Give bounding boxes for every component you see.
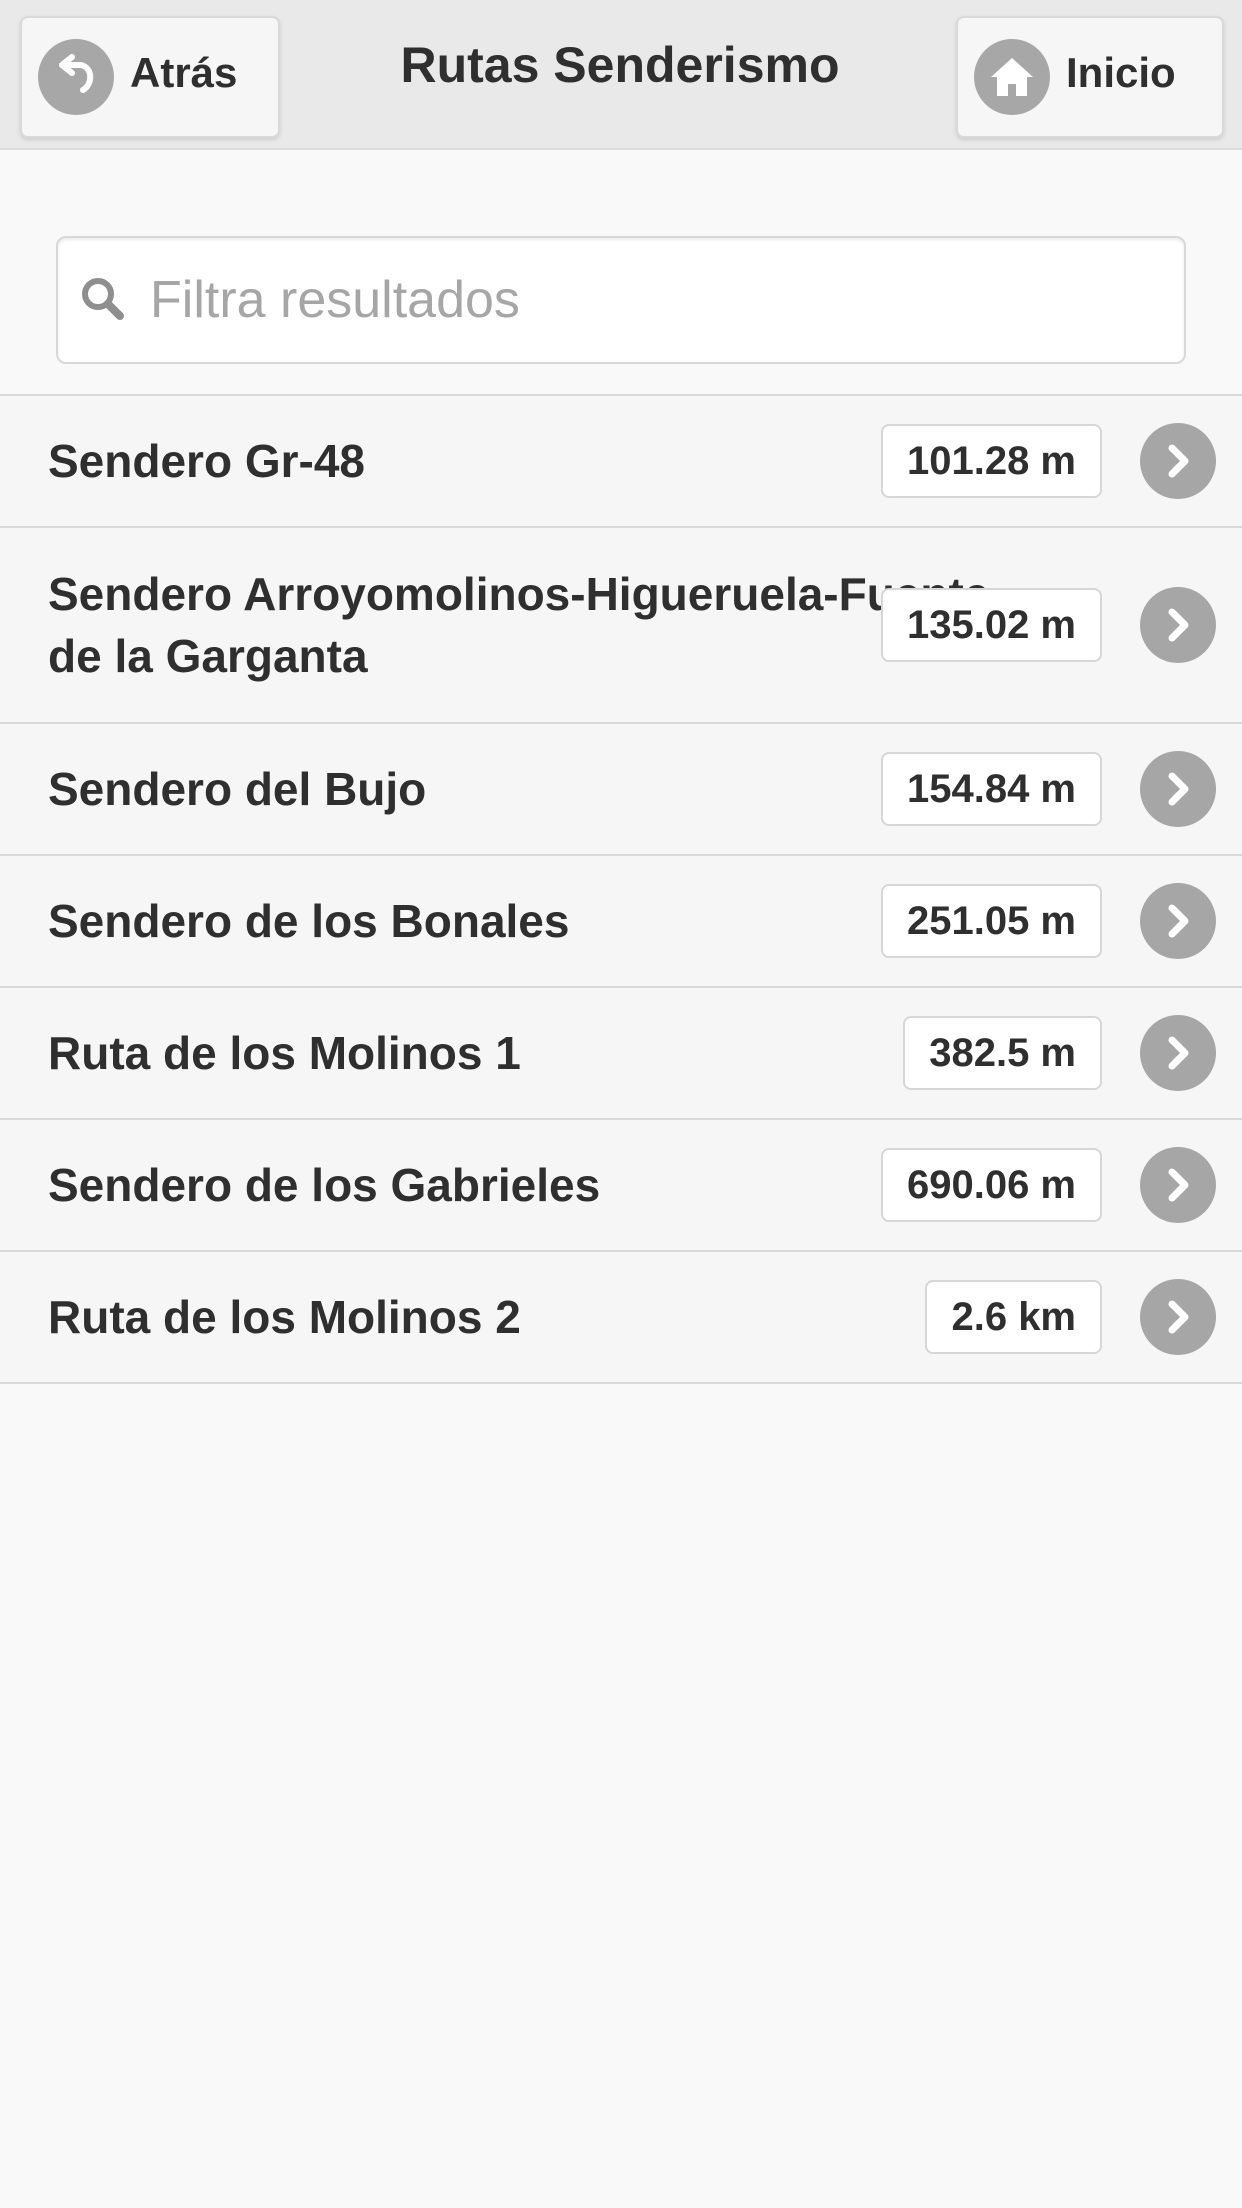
distance-badge: 382.5 m — [903, 1016, 1102, 1090]
header-toolbar: Atrás Rutas Senderismo Inicio — [0, 0, 1242, 150]
distance-badge: 2.6 km — [925, 1280, 1102, 1354]
list-item[interactable]: Ruta de los Molinos 2 2.6 km — [0, 1252, 1242, 1384]
distance-badge: 154.84 m — [880, 752, 1102, 826]
list-item[interactable]: Ruta de los Molinos 1 382.5 m — [0, 988, 1242, 1120]
back-arrow-icon — [38, 39, 114, 115]
list-item[interactable]: Sendero de los Gabrieles 690.06 m — [0, 1120, 1242, 1252]
home-button-label: Inicio — [1066, 49, 1176, 96]
search-icon — [74, 270, 134, 330]
route-name: Sendero de los Gabrieles — [48, 1159, 601, 1211]
chevron-right-icon — [1140, 883, 1216, 959]
list-item[interactable]: Sendero Gr-48 101.28 m — [0, 396, 1242, 528]
route-name: Sendero Gr-48 — [48, 435, 365, 487]
route-name: Ruta de los Molinos 2 — [48, 1291, 521, 1343]
back-button[interactable]: Atrás — [20, 16, 280, 138]
distance-badge: 690.06 m — [880, 1148, 1102, 1222]
list-item[interactable]: Sendero de los Bonales 251.05 m — [0, 856, 1242, 988]
page-title: Rutas Senderismo — [400, 37, 840, 93]
home-icon — [974, 39, 1050, 115]
chevron-right-icon — [1140, 423, 1216, 499]
chevron-right-icon — [1140, 1147, 1216, 1223]
list-item[interactable]: Sendero del Bujo 154.84 m — [0, 724, 1242, 856]
home-button[interactable]: Inicio — [956, 16, 1224, 138]
search-box — [56, 236, 1186, 364]
distance-badge: 101.28 m — [880, 424, 1102, 498]
route-name: Sendero de los Bonales — [48, 895, 570, 947]
chevron-right-icon — [1140, 751, 1216, 827]
chevron-right-icon — [1140, 587, 1216, 663]
chevron-right-icon — [1140, 1015, 1216, 1091]
list-item[interactable]: Sendero Arroyomolinos-Higueruela-Fuente … — [0, 528, 1242, 724]
route-list: Sendero Gr-48 101.28 m Sendero Arroyomol… — [0, 394, 1242, 1384]
route-name: Sendero del Bujo — [48, 763, 427, 815]
route-name: Ruta de los Molinos 1 — [48, 1027, 521, 1079]
route-name: Sendero Arroyomolinos-Higueruela-Fuente … — [48, 568, 990, 682]
search-input[interactable] — [148, 260, 1128, 340]
back-button-label: Atrás — [130, 49, 238, 96]
distance-badge: 135.02 m — [880, 588, 1102, 662]
chevron-right-icon — [1140, 1279, 1216, 1355]
distance-badge: 251.05 m — [880, 884, 1102, 958]
